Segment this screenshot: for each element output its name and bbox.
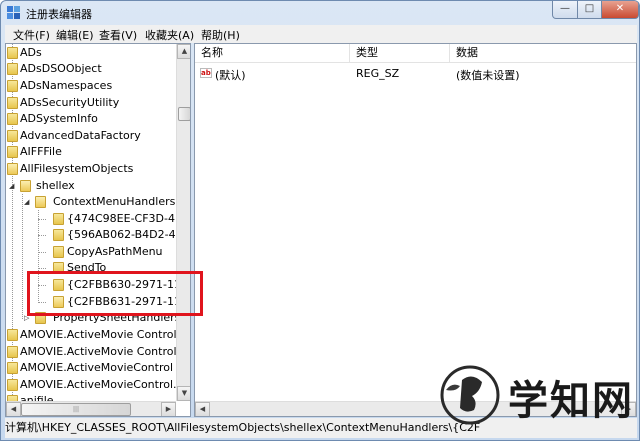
folder-icon [7,47,18,59]
vertical-scroll-thumb[interactable] [178,107,190,121]
expanded-arrow-icon[interactable]: ◢ [9,178,14,194]
menu-view[interactable]: 查看(V) [99,27,137,43]
scroll-right-button[interactable]: ▶ [161,402,176,416]
registry-editor-icon [7,6,20,19]
horizontal-scroll-thumb[interactable]: ||| [21,403,131,416]
scroll-left-button[interactable]: ◀ [195,402,210,416]
folder-icon [7,362,18,374]
folder-icon [7,346,18,358]
column-header-data[interactable]: 数据 [450,44,636,62]
folder-icon [7,80,18,92]
expanded-arrow-icon[interactable]: ◢ [24,194,29,210]
tree-vertical-scrollbar[interactable]: ▲ ▼ [176,44,190,401]
window-title: 注册表编辑器 [26,8,92,21]
folder-icon [7,379,18,391]
menu-bar: 文件(F) 编辑(E) 查看(V) 收藏夹(A) 帮助(H) [5,25,637,43]
value-name[interactable]: (默认) [215,67,246,83]
header-divider [195,62,636,63]
folder-open-icon [35,196,46,208]
folder-icon [7,130,18,142]
tree-horizontal-scrollbar[interactable]: ◀ ||| ▶ [6,401,176,416]
menu-file[interactable]: 文件(F) [13,27,50,43]
folder-icon [53,246,64,258]
red-highlight-box [27,271,203,316]
maximize-button[interactable]: □ [577,1,602,19]
folder-icon [7,113,18,125]
folder-icon [7,63,18,75]
scroll-up-button[interactable]: ▲ [177,44,190,59]
close-button[interactable]: ✕ [601,1,639,19]
value-type: REG_SZ [356,67,400,80]
column-header-name[interactable]: 名称 [195,44,350,62]
tree-guide-line [38,268,46,269]
minimize-button[interactable]: — [552,1,578,19]
folder-icon [7,97,18,109]
menu-help[interactable]: 帮助(H) [201,27,240,43]
value-data: (数值未设置) [456,69,520,82]
folder-icon [7,329,18,341]
column-header-type[interactable]: 类型 [350,44,450,62]
title-bar[interactable]: 注册表编辑器 — □ ✕ [1,1,639,25]
watermark-text: 学知网 [508,377,634,424]
scroll-down-button[interactable]: ▼ [177,386,190,401]
menu-edit[interactable]: 编辑(E) [56,27,94,43]
key-tree-pane[interactable]: ADs ADsDSOObject ADsNamespaces ADsSecuri… [5,43,191,417]
scroll-left-button[interactable]: ◀ [6,402,21,416]
status-path: 计算机\HKEY_CLASSES_ROOT\AllFilesystemObjec… [5,421,481,434]
folder-icon [53,213,64,225]
folder-icon [7,146,18,158]
tree-guide-line [38,252,46,253]
folder-open-icon [20,180,31,192]
folder-open-icon [7,163,18,175]
tree-guide-line [22,194,23,319]
tree-guide-line [38,235,46,236]
menu-favorites[interactable]: 收藏夹(A) [145,27,194,43]
tree-guide-line [38,219,46,220]
folder-icon [53,229,64,241]
string-value-icon: ab [200,68,212,78]
